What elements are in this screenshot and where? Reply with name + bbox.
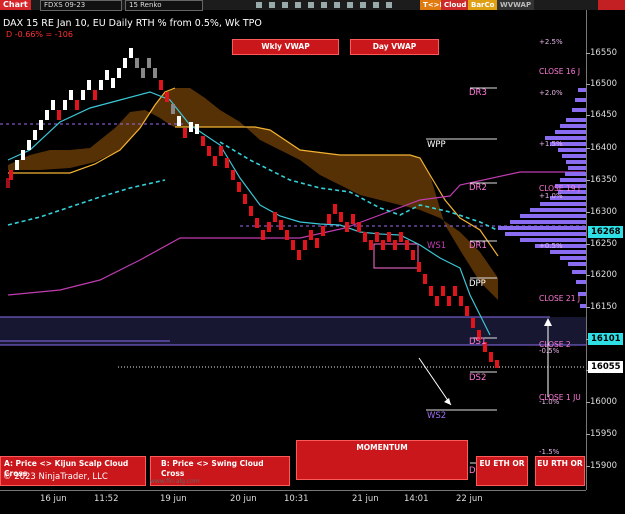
daily-change-readout: D -0.66% = -106 bbox=[6, 30, 73, 39]
ichimoku-cloud bbox=[8, 88, 498, 300]
price-tick: 16350 bbox=[585, 175, 618, 185]
price-axis[interactable]: 16550 16500 16450 16400 16350 16300 1625… bbox=[585, 10, 625, 490]
close-label-16jun: CLOSE 16 J bbox=[539, 67, 581, 76]
close-label-20jun: CLOSE 2 bbox=[539, 340, 571, 349]
price-tick: 16200 bbox=[585, 270, 618, 280]
momentum-label[interactable]: MOMENTUM bbox=[296, 440, 468, 480]
time-tick: 20 jun bbox=[230, 494, 257, 504]
level-ds2: DS2 bbox=[469, 373, 487, 383]
level-wpp: WPP bbox=[427, 140, 446, 150]
price-tick: 16150 bbox=[585, 302, 618, 312]
level-ws1: WS1 bbox=[427, 241, 447, 251]
close-label-1jun: CLOSE 1 JU bbox=[539, 393, 581, 402]
eu-eth-or-label[interactable]: EU ETH OR bbox=[476, 456, 528, 486]
price-tag-mid: 16101 bbox=[588, 333, 623, 345]
day-vwap-label[interactable]: Day VWAP bbox=[350, 39, 439, 55]
price-tick: 16000 bbox=[585, 397, 618, 407]
wkly-vwap-label[interactable]: Wkly VWAP bbox=[232, 39, 339, 55]
price-tag-upper: 16268 bbox=[588, 226, 623, 238]
time-tick: 10:31 bbox=[284, 494, 309, 504]
time-tick: 16 jun bbox=[40, 494, 67, 504]
weekly-pivot-line bbox=[7, 171, 585, 296]
level-dr2: DR2 bbox=[469, 183, 487, 193]
level-dr1: DR1 bbox=[469, 241, 487, 251]
price-tick: 16550 bbox=[585, 48, 618, 58]
time-tick: 14:01 bbox=[404, 494, 429, 504]
eu-rth-or-label[interactable]: EU RTH OR bbox=[535, 456, 585, 486]
price-tick: 15950 bbox=[585, 429, 618, 439]
price-tick: 16250 bbox=[585, 239, 618, 249]
pct-label: +2.0% bbox=[539, 89, 563, 97]
time-tick: 22 jun bbox=[456, 494, 483, 504]
vwap-line bbox=[7, 179, 166, 226]
time-tick: 19 jun bbox=[160, 494, 187, 504]
close-label-19jun: CLOSE 19 J bbox=[539, 184, 581, 193]
level-ws2: WS2 bbox=[427, 411, 447, 421]
level-ds1: DS1 bbox=[469, 337, 487, 347]
level-dpp: DPP bbox=[469, 279, 486, 289]
close-label-21jun: CLOSE 21 J bbox=[539, 294, 581, 303]
time-tick: 11:52 bbox=[94, 494, 119, 504]
price-tick: 15900 bbox=[585, 461, 618, 471]
pct-label: +1.5% bbox=[539, 140, 563, 148]
price-tag-last: 16055 bbox=[588, 361, 623, 373]
pct-label: +0.5% bbox=[539, 242, 563, 250]
price-tick: 16400 bbox=[585, 143, 618, 153]
copyright-notice: © 2023 NinjaTrader, LLC bbox=[3, 472, 108, 482]
price-tick: 16450 bbox=[585, 110, 618, 120]
pct-label: +1.0% bbox=[539, 192, 563, 200]
chart-canvas[interactable] bbox=[0, 0, 625, 513]
watermark: www.fin-alg.com bbox=[150, 478, 200, 485]
pct-label: -1.5% bbox=[539, 448, 560, 456]
time-tick: 21 jun bbox=[352, 494, 379, 504]
pct-label: +2.5% bbox=[539, 38, 563, 46]
price-tick: 16300 bbox=[585, 207, 618, 217]
cloud-edge-lower bbox=[175, 126, 499, 257]
level-dr3: DR3 bbox=[469, 88, 487, 98]
chart-info-title: DAX 15 RE Jan 10, EU Daily RTH % from 0.… bbox=[3, 18, 262, 29]
price-tick: 16500 bbox=[585, 79, 618, 89]
time-axis[interactable]: 16 jun 11:52 19 jun 20 jun 10:31 21 jun … bbox=[0, 490, 586, 514]
